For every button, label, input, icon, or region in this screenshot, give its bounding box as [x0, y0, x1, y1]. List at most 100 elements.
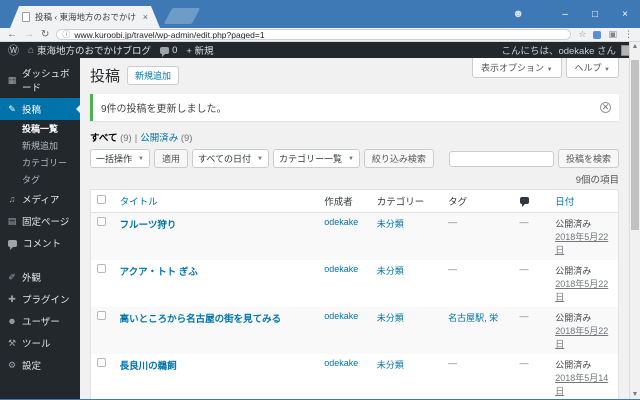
sidebar-item-settings[interactable]: ⚙ 設定	[0, 354, 80, 376]
select-all-checkbox[interactable]	[90, 189, 114, 213]
sidebar-item-comments[interactable]: コメント	[0, 232, 80, 254]
sidebar-item-posts[interactable]: ✎ 投稿	[0, 98, 80, 120]
sidebar-item-label: コメント	[23, 239, 62, 250]
sidebar-item-users[interactable]: ☻ ユーザー	[0, 310, 80, 332]
column-header: 作成者	[318, 189, 371, 213]
scrollbar-thumb[interactable]	[631, 60, 639, 230]
screen-options-button[interactable]: 表示オプション ▼	[472, 58, 562, 78]
dismiss-notice-icon[interactable]: ✕	[600, 102, 611, 113]
post-status: 公開済み	[555, 266, 592, 276]
scroll-up-icon[interactable]: ▲	[630, 42, 640, 52]
sidebar-item-tools[interactable]: ⚒ ツール	[0, 332, 80, 354]
row-checkbox[interactable]	[91, 213, 114, 261]
cell-date: 公開済み 2018年5月22日	[549, 260, 618, 307]
category-link[interactable]: 未分類	[377, 360, 404, 370]
column-header: タグ	[442, 189, 514, 213]
howdy-greeting[interactable]: こんにちは、odekake さん	[501, 43, 616, 57]
category-filter-select[interactable]: カテゴリー一覧 ▼	[272, 149, 360, 168]
post-title-link[interactable]: フルーツ狩り	[120, 220, 177, 231]
wordpress-logo-icon[interactable]: Ⓦ	[8, 42, 19, 58]
sidebar-item-dashboard[interactable]: ▦ ダッシュボード	[0, 62, 80, 98]
sidebar-item-media[interactable]: ♫ メディア	[0, 188, 80, 210]
filter-button[interactable]: 絞り込み検索	[363, 149, 434, 168]
category-link[interactable]: 未分類	[377, 266, 404, 276]
tab-close-icon[interactable]: ×	[143, 12, 148, 22]
checkbox-icon	[97, 264, 106, 273]
comments-shortcut[interactable]: 0	[160, 45, 177, 57]
post-title-link[interactable]: アクア・トト ぎふ	[120, 267, 198, 278]
cell-author: odekake	[318, 213, 370, 261]
sidebar-subitem-tags[interactable]: タグ	[0, 171, 80, 188]
reload-icon[interactable]: ↻	[41, 29, 49, 40]
forward-icon[interactable]: →	[24, 29, 34, 40]
column-header[interactable]: 日付	[549, 189, 619, 213]
dashboard-icon: ▦	[7, 74, 17, 85]
sidebar-subitem-categories[interactable]: カテゴリー	[0, 154, 80, 171]
cell-author: odekake	[318, 307, 370, 354]
table-nav: 一括操作 ▼ 適用 すべての日付 ▼ カテゴリー一覧 ▼ 絞り込み検索 投稿を検…	[90, 149, 619, 168]
author-link[interactable]: odekake	[324, 311, 358, 321]
author-link[interactable]: odekake	[324, 358, 358, 368]
update-notice: 9件の投稿を更新しました。 ✕	[90, 94, 619, 121]
category-link[interactable]: 未分類	[377, 219, 404, 229]
new-content-link[interactable]: + 新規	[186, 43, 213, 57]
search-posts-button[interactable]: 投稿を検索	[557, 149, 619, 168]
sidebar-item-plugins[interactable]: ✚ プラグイン	[0, 288, 80, 310]
url-text: www.kuroobi.jp/travel/wp-admin/edit.php?…	[74, 29, 265, 40]
site-name: 東海地方のおでかけブログ	[37, 46, 152, 57]
sidebar-subitem-add-new[interactable]: 新規追加	[0, 137, 80, 154]
page-scrollbar[interactable]: ▲ ▼	[629, 42, 640, 400]
bulk-action-select[interactable]: 一括操作 ▼	[90, 149, 150, 168]
camera-icon[interactable]: ▣	[608, 29, 617, 40]
sidebar-item-appearance[interactable]: ✐ 外観	[0, 266, 80, 288]
category-link[interactable]: 未分類	[377, 313, 404, 323]
row-checkbox[interactable]	[91, 354, 114, 400]
cell-date: 公開済み 2018年5月14日	[549, 354, 618, 400]
search-input[interactable]	[448, 150, 554, 167]
row-checkbox[interactable]	[91, 260, 114, 307]
column-header[interactable]: タイトル	[113, 189, 319, 213]
author-link[interactable]: odekake	[324, 217, 358, 227]
new-tab-button[interactable]	[163, 8, 201, 24]
column-header: カテゴリー	[370, 189, 443, 213]
site-name-link[interactable]: ⌂ 東海地方のおでかけブログ	[28, 43, 152, 58]
post-title-link[interactable]: 高いところから名古屋の街を見てみる	[120, 314, 282, 325]
info-icon[interactable]: ⓘ	[62, 30, 70, 39]
tag-link[interactable]: 名古屋駅, 栄	[448, 313, 498, 323]
screen-options-label: 表示オプション	[481, 63, 545, 73]
pages-icon: ▤	[7, 215, 17, 226]
bookmark-star-icon[interactable]: ☆	[578, 29, 586, 40]
browser-tab[interactable]: 投稿 ‹ 東海地方のおでかけ ×	[10, 6, 160, 28]
apply-button[interactable]: 適用	[153, 149, 188, 168]
profile-icon[interactable]: ☻	[512, 8, 524, 20]
date-filter-label: すべての日付	[197, 154, 251, 164]
help-button[interactable]: ヘルプ ▼	[565, 58, 619, 78]
menu-dots-icon[interactable]: ⋮	[624, 29, 633, 40]
sidebar-item-label: 設定	[22, 361, 42, 372]
date-filter-select[interactable]: すべての日付 ▼	[191, 149, 269, 168]
checkbox-icon	[97, 311, 106, 320]
back-icon[interactable]: ←	[7, 29, 17, 40]
url-bar[interactable]: ⓘ www.kuroobi.jp/travel/wp-admin/edit.ph…	[56, 29, 572, 40]
sidebar-subitem-all-posts[interactable]: 投稿一覧	[0, 120, 80, 137]
maximize-button[interactable]: □	[580, 0, 610, 28]
post-date: 2018年5月22日	[555, 326, 609, 349]
sidebar-item-pages[interactable]: ▤ 固定ページ	[0, 210, 80, 232]
extension-icon[interactable]	[593, 30, 602, 39]
item-count: 9個の項目	[575, 175, 619, 186]
checkbox-icon	[97, 358, 106, 367]
post-title-link[interactable]: 長良川の鵜飼	[120, 361, 177, 372]
minimize-button[interactable]: –	[550, 0, 580, 28]
column-comments[interactable]	[513, 189, 550, 213]
view-link-0[interactable]: すべて (9)	[90, 133, 132, 144]
add-new-button[interactable]: 新規追加	[127, 66, 180, 85]
sidebar-item-label: 外観	[22, 273, 42, 284]
close-button[interactable]: ×	[610, 0, 640, 28]
cell-category: 未分類	[371, 354, 442, 400]
help-label: ヘルプ	[574, 63, 602, 73]
plugins-icon: ✚	[8, 293, 16, 304]
view-link-1[interactable]: 公開済み (9)	[140, 133, 192, 144]
author-link[interactable]: odekake	[324, 264, 358, 274]
comment-icon	[160, 46, 170, 57]
row-checkbox[interactable]	[91, 307, 114, 354]
